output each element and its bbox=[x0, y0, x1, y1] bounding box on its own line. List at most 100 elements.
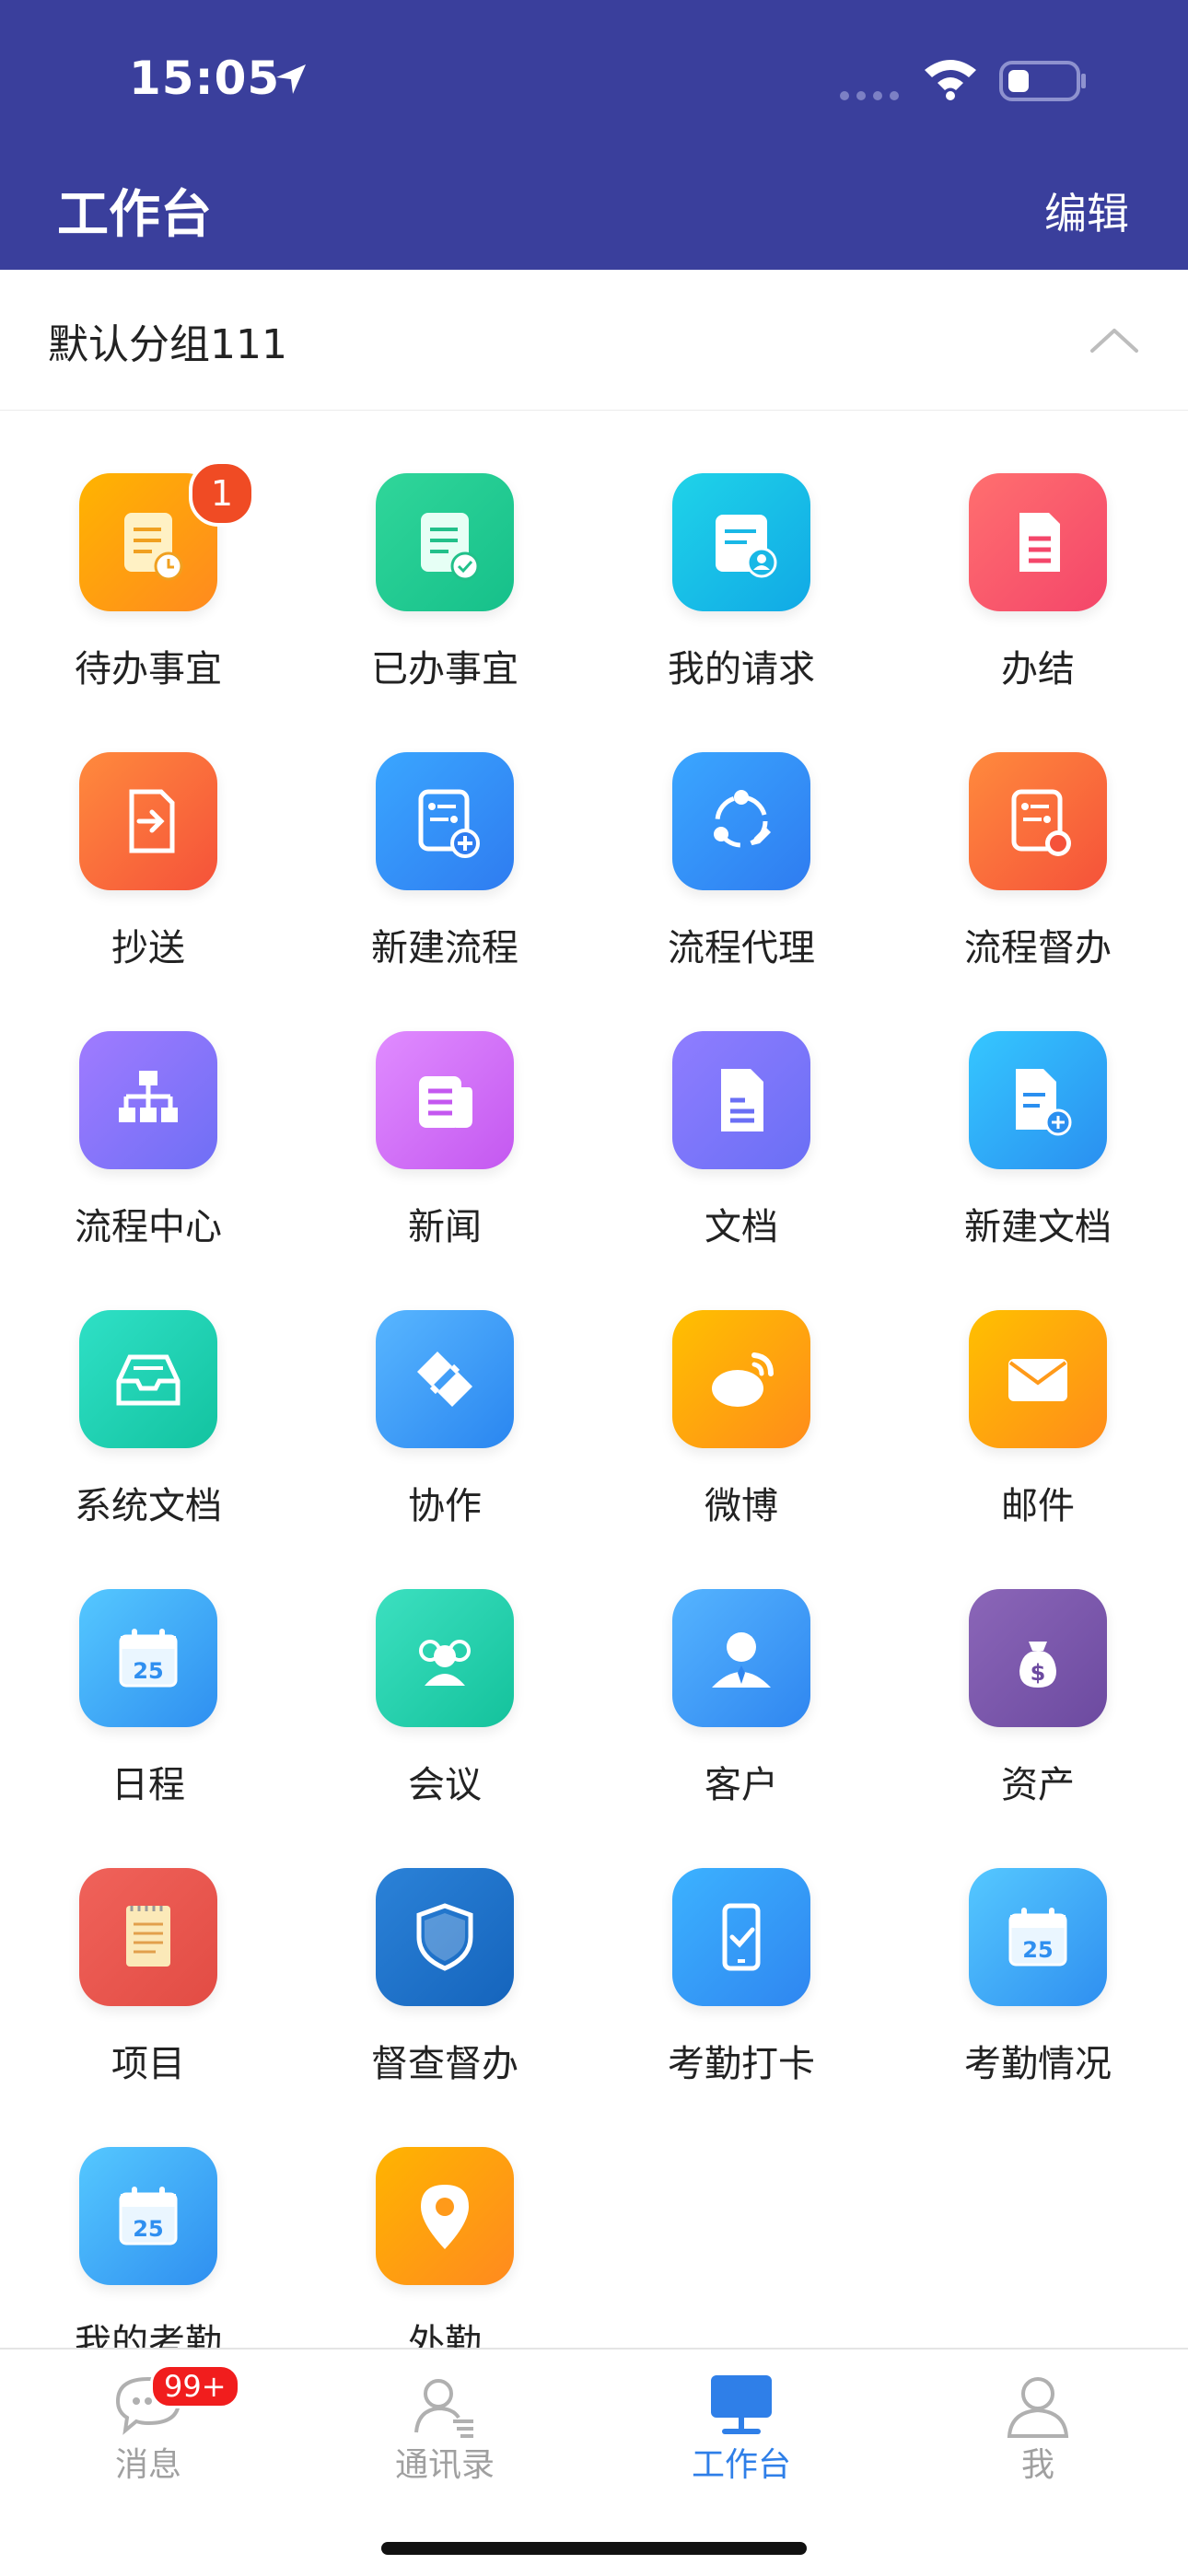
app-tile[interactable]: 考勤打卡 bbox=[593, 1805, 890, 2085]
svg-text:25: 25 bbox=[133, 2216, 163, 2242]
app-tile[interactable]: 25 日程 bbox=[0, 1526, 297, 1806]
app-label: 抄送 bbox=[111, 927, 185, 969]
chevron-up-icon[interactable] bbox=[1089, 325, 1140, 354]
app-label: 系统文档 bbox=[75, 1485, 222, 1527]
tab-message[interactable]: 99+ 消息 bbox=[0, 2350, 297, 2488]
app-tile[interactable]: 办结 bbox=[890, 411, 1186, 690]
svg-text:$: $ bbox=[1031, 1660, 1046, 1686]
unread-badge: 99+ bbox=[150, 2364, 240, 2408]
tab-label: 消息 bbox=[114, 2446, 181, 2484]
svg-text:25: 25 bbox=[133, 1658, 163, 1684]
app-tile[interactable]: 微博 bbox=[593, 1247, 890, 1527]
app-label: 我的考勤 bbox=[75, 2322, 222, 2348]
app-tile[interactable]: 25 考勤情况 bbox=[890, 1805, 1186, 2085]
app-tile[interactable]: 会议 bbox=[297, 1526, 593, 1806]
app-tile[interactable]: 流程代理 bbox=[593, 690, 890, 969]
app-tile[interactable]: 已办事宜 bbox=[297, 411, 593, 690]
app-label: 微博 bbox=[705, 1485, 778, 1527]
app-label: 邮件 bbox=[1001, 1485, 1075, 1527]
app-tile[interactable]: 督查督办 bbox=[297, 1805, 593, 2085]
workbench-icon bbox=[707, 2372, 775, 2440]
app-tile[interactable]: 流程督办 bbox=[890, 690, 1186, 969]
cc-icon bbox=[79, 752, 217, 890]
project-icon bbox=[79, 1868, 217, 2006]
app-label: 待办事宜 bbox=[75, 648, 222, 690]
process-center-icon bbox=[79, 1031, 217, 1169]
customer-icon bbox=[672, 1589, 810, 1727]
new-process-icon bbox=[376, 752, 514, 890]
group-header[interactable]: 默认分组111 bbox=[0, 270, 1188, 412]
app-tile[interactable]: $ 资产 bbox=[890, 1526, 1186, 1806]
app-tile[interactable]: 外勤 bbox=[297, 2084, 593, 2348]
contacts-icon bbox=[411, 2372, 479, 2440]
tab-profile[interactable]: 我 bbox=[890, 2350, 1186, 2488]
app-tile[interactable]: 1 待办事宜 bbox=[0, 411, 297, 690]
app-label: 项目 bbox=[111, 2043, 185, 2085]
clock-in-icon bbox=[672, 1868, 810, 2006]
tab-label: 我 bbox=[1020, 2446, 1054, 2484]
new-document-icon bbox=[969, 1031, 1107, 1169]
asset-icon: $ bbox=[969, 1589, 1107, 1727]
app-tile[interactable]: 流程中心 bbox=[0, 969, 297, 1248]
edit-button[interactable]: 编辑 bbox=[1044, 180, 1129, 241]
app-tile[interactable]: 新建流程 bbox=[297, 690, 593, 969]
top-header: 15:05 工作台 编辑 bbox=[0, 0, 1188, 270]
app-grid: 1 待办事宜 已办事宜 我的请求 办结 抄送 新建流程 流程代理 流程督办 流程… bbox=[0, 411, 1188, 2348]
app-tile[interactable]: 系统文档 bbox=[0, 1247, 297, 1527]
cellular-signal-icon bbox=[840, 87, 906, 104]
app-tile[interactable]: 新建文档 bbox=[890, 969, 1186, 1248]
app-label: 新建文档 bbox=[964, 1206, 1112, 1248]
calendar-icon: 25 bbox=[79, 1589, 217, 1727]
battery-icon bbox=[999, 61, 1086, 101]
profile-icon bbox=[1004, 2372, 1072, 2440]
system-document-icon bbox=[79, 1310, 217, 1448]
field-work-icon bbox=[376, 2147, 514, 2285]
app-tile[interactable]: 文档 bbox=[593, 969, 890, 1248]
app-label: 督查督办 bbox=[371, 2043, 518, 2085]
document-icon bbox=[672, 1031, 810, 1169]
app-label: 办结 bbox=[1001, 648, 1075, 690]
location-arrow-icon bbox=[276, 64, 306, 94]
status-time: 15:05 bbox=[129, 52, 281, 105]
app-tile[interactable]: 客户 bbox=[593, 1526, 890, 1806]
app-label: 新建流程 bbox=[371, 927, 518, 969]
group-title: 默认分组111 bbox=[48, 321, 287, 368]
app-label: 文档 bbox=[705, 1206, 778, 1248]
app-label: 流程中心 bbox=[75, 1206, 222, 1248]
app-tile[interactable]: 我的请求 bbox=[593, 411, 890, 690]
finished-icon bbox=[969, 473, 1107, 611]
process-agent-icon bbox=[672, 752, 810, 890]
app-tile[interactable]: 抄送 bbox=[0, 690, 297, 969]
app-label: 流程代理 bbox=[668, 927, 815, 969]
done-icon bbox=[376, 473, 514, 611]
app-label: 考勤打卡 bbox=[668, 2043, 815, 2085]
svg-text:25: 25 bbox=[1022, 1937, 1053, 1963]
tab-workbench[interactable]: 工作台 bbox=[593, 2350, 890, 2488]
collaboration-icon bbox=[376, 1310, 514, 1448]
app-tile[interactable]: 邮件 bbox=[890, 1247, 1186, 1527]
home-indicator bbox=[381, 2542, 807, 2555]
app-tile[interactable]: 协作 bbox=[297, 1247, 593, 1527]
app-tile[interactable]: 项目 bbox=[0, 1805, 297, 2085]
mail-icon bbox=[969, 1310, 1107, 1448]
page-title: 工作台 bbox=[57, 185, 212, 245]
wifi-icon bbox=[925, 60, 976, 100]
my-attendance-icon: 25 bbox=[79, 2147, 217, 2285]
app-label: 流程督办 bbox=[964, 927, 1112, 969]
app-label: 新闻 bbox=[408, 1206, 482, 1248]
inspection-icon bbox=[376, 1868, 514, 2006]
tab-label: 通讯录 bbox=[394, 2446, 495, 2484]
app-tile[interactable]: 25 我的考勤 bbox=[0, 2084, 297, 2348]
app-label: 日程 bbox=[111, 1764, 185, 1806]
app-label: 客户 bbox=[705, 1764, 778, 1806]
app-tile[interactable]: 新闻 bbox=[297, 969, 593, 1248]
app-label: 外勤 bbox=[408, 2322, 482, 2348]
tab-contacts[interactable]: 通讯录 bbox=[297, 2350, 593, 2488]
tab-label: 工作台 bbox=[691, 2446, 791, 2484]
app-label: 我的请求 bbox=[668, 648, 815, 690]
app-label: 协作 bbox=[408, 1485, 482, 1527]
app-label: 资产 bbox=[1001, 1764, 1075, 1806]
app-label: 已办事宜 bbox=[371, 648, 518, 690]
process-supervise-icon bbox=[969, 752, 1107, 890]
app-label: 会议 bbox=[408, 1764, 482, 1806]
